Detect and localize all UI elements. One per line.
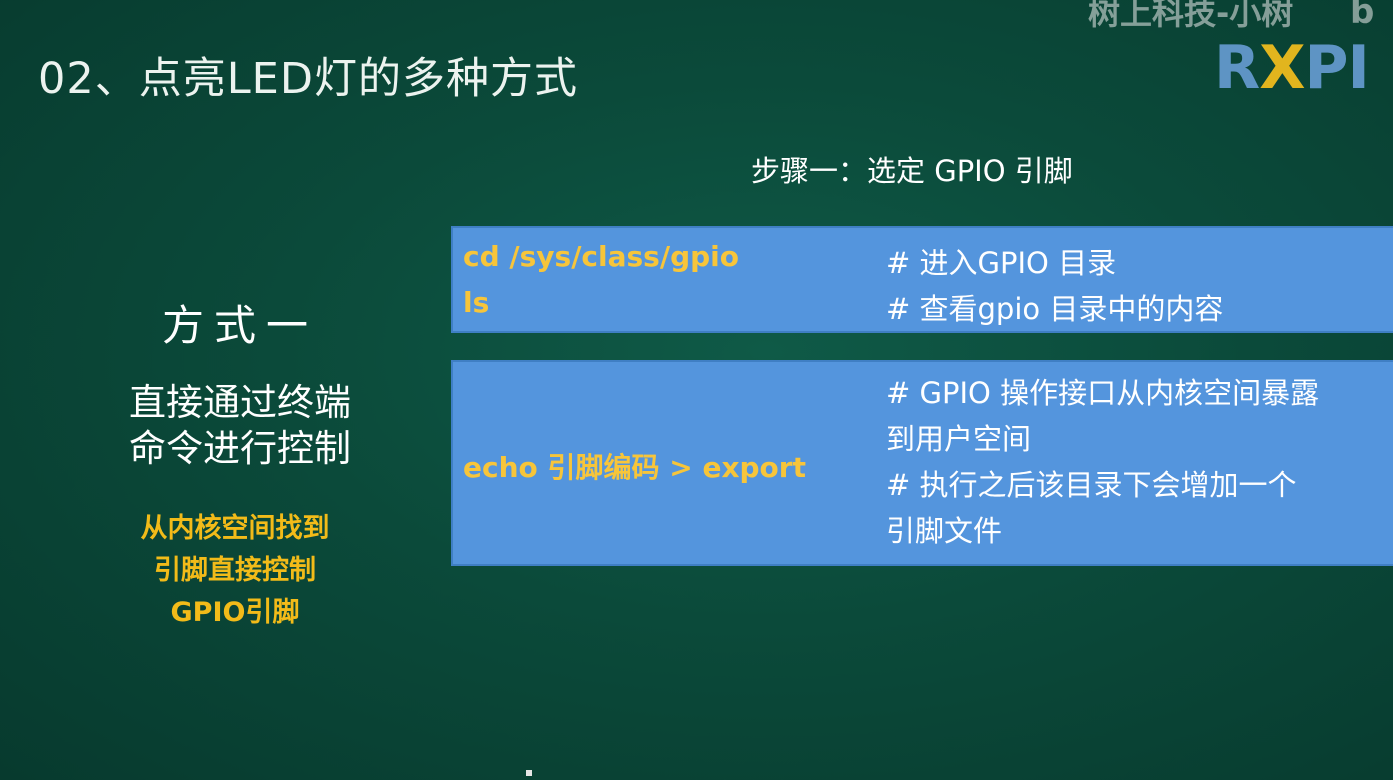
method-note-line: 从内核空间找到 [140, 513, 330, 544]
comment-list-gpio: # 查看gpio 目录中的内容 [886, 292, 1224, 326]
command-box-export: echo 引脚编码 > export # GPIO 操作接口从内核空间暴露 到用… [451, 360, 1393, 566]
code-echo-export: echo 引脚编码 > export [463, 451, 806, 484]
comment-export-line: 到用户空间 [886, 422, 1032, 456]
watermark-text: 树上科技-小树 [1088, 0, 1294, 32]
code-ls-command: ls [463, 286, 490, 319]
slide-title: 02、点亮LED灯的多种方式 [38, 54, 578, 104]
command-box-navigate: cd /sys/class/gpio ls # 进入GPIO 目录 # 查看gp… [451, 226, 1393, 333]
method-note-line: GPIO引脚 [170, 597, 300, 628]
comment-export-line: # 执行之后该目录下会增加一个 [886, 468, 1297, 502]
mouse-cursor-icon [526, 770, 532, 776]
method-desc-line: 命令进行控制 [129, 427, 351, 470]
method-description: 直接通过终端 命令进行控制 [30, 380, 450, 472]
step-heading: 步骤一：选定 GPIO 引脚 [751, 154, 1073, 188]
comment-export-line: 引脚文件 [886, 514, 1003, 548]
comment-export-line: # GPIO 操作接口从内核空间暴露 [886, 376, 1320, 410]
method-title: 方式一 [161, 301, 318, 350]
method-note-line: 引脚直接控制 [154, 555, 316, 586]
logo-letter-r: R [1214, 33, 1260, 103]
logo-letter-x: X [1259, 33, 1305, 103]
watermark-glyph: b [1350, 0, 1375, 32]
comment-enter-gpio: # 进入GPIO 目录 [886, 246, 1117, 280]
logo-letters-pi: PI [1304, 33, 1369, 103]
method-desc-line: 直接通过终端 [129, 381, 351, 424]
rxpi-logo: RXPI [1214, 38, 1370, 98]
method-note: 从内核空间找到 引脚直接控制 GPIO引脚 [30, 508, 440, 634]
code-cd-command: cd /sys/class/gpio [463, 240, 739, 273]
